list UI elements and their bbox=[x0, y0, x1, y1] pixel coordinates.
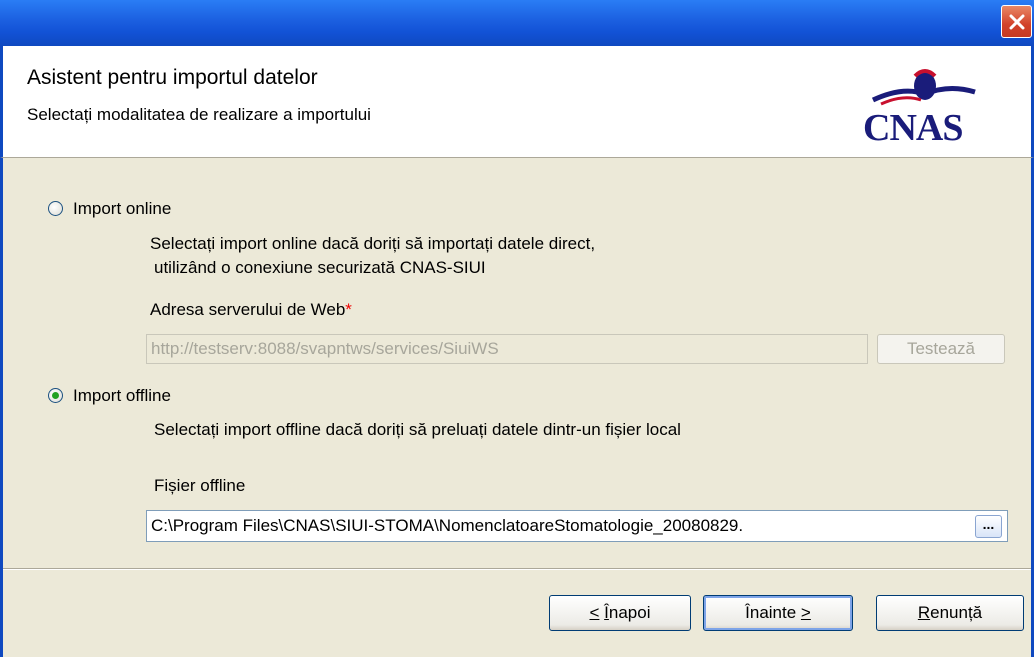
wizard-subtitle: Selectați modalitatea de realizare a imp… bbox=[27, 105, 371, 124]
wizard-content: Import online Selectați import online da… bbox=[0, 158, 1034, 657]
title-bar[interactable] bbox=[0, 0, 1034, 46]
wizard-header: Asistent pentru importul datelor Selecta… bbox=[0, 46, 1034, 158]
test-connection-button[interactable]: Testează bbox=[877, 334, 1005, 364]
import-online-label[interactable]: Import online bbox=[73, 199, 171, 219]
cancel-button[interactable]: Renunță bbox=[876, 595, 1024, 631]
server-url-input[interactable]: http://testserv:8088/svapntws/services/S… bbox=[146, 334, 868, 364]
cancel-label: enunță bbox=[930, 603, 983, 622]
offline-file-input[interactable]: C:\Program Files\CNAS\SIUI-STOMA\Nomencl… bbox=[146, 510, 1008, 542]
cnas-logo: CNAS bbox=[863, 64, 983, 154]
next-label: Înainte bbox=[745, 603, 797, 622]
server-address-label: Adresa serverului de Web* bbox=[150, 300, 352, 319]
import-offline-radio[interactable] bbox=[48, 388, 63, 403]
back-arrow-icon: < bbox=[589, 603, 600, 622]
next-arrow-icon: > bbox=[800, 603, 811, 622]
online-description-line1: Selectați import online dacă doriți să i… bbox=[150, 234, 596, 253]
offline-file-label: Fișier offline bbox=[154, 476, 246, 495]
online-description-line2: utilizând o conexiune securizată CNAS-SI… bbox=[154, 258, 486, 277]
close-button[interactable] bbox=[1001, 5, 1032, 38]
offline-description: Selectați import offline dacă doriți să … bbox=[154, 420, 681, 439]
close-x-icon bbox=[1009, 14, 1025, 30]
next-button[interactable]: Înainte > bbox=[703, 595, 853, 631]
footer-divider bbox=[3, 568, 1031, 570]
wizard-title: Asistent pentru importul datelor bbox=[27, 66, 318, 89]
cancel-accelerator: R bbox=[917, 603, 931, 622]
radio-dot-icon bbox=[52, 392, 59, 399]
import-offline-label[interactable]: Import offline bbox=[73, 386, 171, 406]
required-marker: * bbox=[345, 300, 352, 319]
back-label: napoi bbox=[608, 603, 651, 622]
browse-file-button[interactable]: ... bbox=[975, 515, 1002, 538]
import-online-radio[interactable] bbox=[48, 201, 63, 216]
back-button[interactable]: < Înapoi bbox=[549, 595, 691, 631]
cnas-logo-text: CNAS bbox=[863, 107, 963, 149]
